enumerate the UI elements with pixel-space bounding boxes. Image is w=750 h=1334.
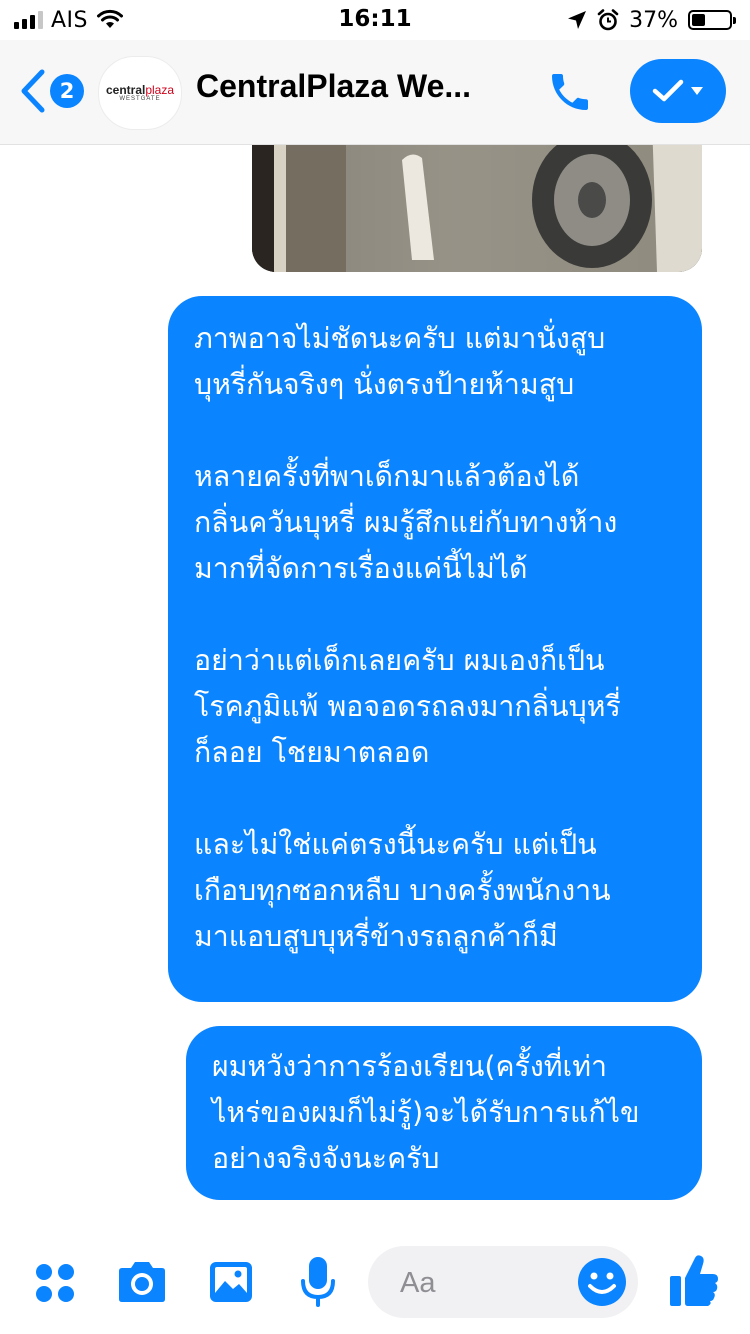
checkmark-icon — [652, 79, 684, 102]
message-bubble[interactable]: ภาพอาจไม่ชัดนะครับ แต่มานั่งสูบ บุหรี่กั… — [168, 296, 702, 1002]
voice-call-button[interactable] — [544, 66, 596, 118]
microphone-icon — [301, 1257, 335, 1307]
image-icon — [210, 1262, 252, 1302]
message-composer — [0, 1232, 750, 1334]
chat-header: 2 centralplaza WESTGATE CentralPlaza We.… — [0, 40, 750, 145]
camera-button[interactable] — [114, 1256, 170, 1308]
battery-icon — [688, 10, 736, 30]
avatar-logo-text: centralplaza — [105, 83, 175, 97]
back-chevron-icon — [21, 69, 45, 113]
mark-done-button[interactable] — [630, 59, 726, 123]
apps-button[interactable] — [30, 1258, 80, 1308]
message-input-container[interactable] — [368, 1246, 638, 1318]
chat-title[interactable]: CentralPlaza We... — [196, 68, 471, 105]
caret-down-icon — [691, 87, 703, 95]
page-avatar[interactable]: centralplaza WESTGATE — [98, 56, 182, 130]
apps-grid-icon — [36, 1264, 74, 1302]
status-bar: AIS 16:11 37% — [0, 0, 750, 40]
status-right: 37% — [567, 6, 736, 34]
battery-percent: 37% — [629, 7, 678, 33]
message-input[interactable] — [398, 1260, 582, 1306]
location-arrow-icon — [568, 11, 587, 29]
emoji-button[interactable] — [574, 1254, 630, 1310]
phone-icon — [552, 74, 588, 110]
like-button[interactable] — [666, 1250, 722, 1310]
avatar-logo-subtext: WESTGATE — [119, 96, 161, 102]
alarm-icon — [597, 9, 619, 31]
message-bubble[interactable]: ผมหวังว่าการร้องเรียน(ครั้งที่เท่า ไหร่ข… — [186, 1026, 702, 1200]
emoji-icon — [578, 1258, 626, 1306]
voice-clip-button[interactable] — [292, 1254, 344, 1310]
unread-count-badge: 2 — [50, 74, 84, 108]
gallery-button[interactable] — [204, 1256, 258, 1308]
back-button[interactable]: 2 — [18, 66, 90, 116]
battery-level — [692, 14, 705, 26]
camera-icon — [119, 1262, 165, 1302]
thumbs-up-icon — [670, 1255, 718, 1306]
